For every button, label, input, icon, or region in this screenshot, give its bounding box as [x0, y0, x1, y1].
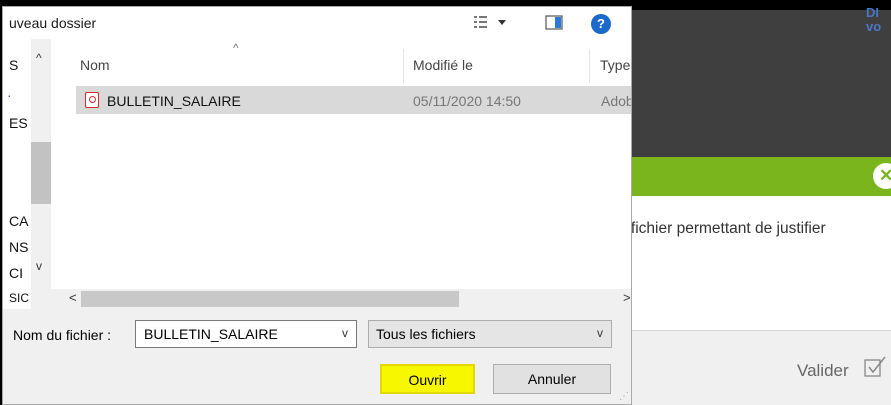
filename-input[interactable]: BULLETIN_SALAIRE v: [135, 320, 357, 348]
file-type: Adob: [601, 93, 631, 109]
dialog-toolbar: uveau dossier ?: [3, 7, 631, 39]
chevron-up-icon[interactable]: ^: [36, 51, 42, 65]
header-link-line-2: vo: [866, 19, 882, 34]
nav-item[interactable]: S: [9, 57, 18, 73]
resize-grip-icon[interactable]: ⋰: [619, 391, 629, 402]
file-modified: 05/11/2020 14:50: [413, 93, 521, 109]
modal-footer: [632, 330, 891, 405]
chevron-left-icon[interactable]: <: [69, 290, 77, 305]
modal-header-band: [632, 157, 891, 196]
nav-item[interactable]: CA: [9, 213, 28, 229]
filename-value: BULLETIN_SALAIRE: [144, 326, 278, 342]
pdf-icon: [85, 92, 99, 108]
help-icon[interactable]: ?: [591, 14, 611, 34]
open-button-label: Ouvrir: [408, 372, 447, 388]
nav-marker: ·: [7, 87, 12, 103]
cancel-button[interactable]: Annuler: [493, 364, 611, 394]
file-type-filter-value: Tous les fichiers: [376, 326, 476, 342]
modal-description: e fichier permettant de justifier: [618, 220, 826, 237]
nav-item[interactable]: NS: [9, 239, 28, 255]
header-link-line-1: DI: [866, 5, 879, 20]
preview-pane-icon[interactable]: [545, 14, 563, 32]
open-button[interactable]: Ouvrir: [380, 364, 475, 394]
chevron-down-icon[interactable]: v: [597, 326, 603, 340]
chevron-down-icon[interactable]: v: [36, 259, 42, 273]
cancel-button-label: Annuler: [527, 371, 577, 387]
column-divider[interactable]: [589, 49, 590, 83]
file-name: BULLETIN_SALAIRE: [107, 93, 241, 109]
file-list[interactable]: ^ Nom Modifié le Type BULLETIN_SALAIRE 0…: [51, 39, 631, 309]
column-header-modified[interactable]: Modifié le: [413, 57, 473, 73]
check-box-icon[interactable]: [864, 356, 886, 378]
modal-body: [632, 196, 891, 330]
nav-item[interactable]: CI: [9, 265, 23, 281]
chevron-down-icon[interactable]: v: [342, 326, 348, 340]
column-divider[interactable]: [403, 49, 404, 83]
nav-scrollbar-thumb[interactable]: [31, 142, 51, 204]
horizontal-scrollbar-thumb[interactable]: [81, 291, 459, 307]
validate-button[interactable]: Valider: [797, 361, 849, 381]
nav-item[interactable]: ES: [9, 115, 28, 131]
column-header-name[interactable]: Nom: [80, 57, 110, 73]
filename-label: Nom du fichier :: [13, 327, 112, 343]
nav-item[interactable]: SIC: [9, 291, 29, 305]
column-header-type[interactable]: Type: [600, 57, 630, 73]
file-open-dialog: uveau dossier ? S · ES CA NS CI SIC ^ v …: [2, 6, 632, 405]
chevron-right-icon[interactable]: >: [623, 290, 631, 305]
header-link[interactable]: DI vo: [866, 6, 891, 34]
dialog-path-title: uveau dossier: [9, 15, 97, 31]
header-band: [632, 10, 891, 157]
file-type-filter-select[interactable]: Tous les fichiers v: [368, 320, 612, 348]
view-options-icon[interactable]: [473, 14, 511, 32]
sort-ascending-icon: ^: [233, 41, 239, 55]
